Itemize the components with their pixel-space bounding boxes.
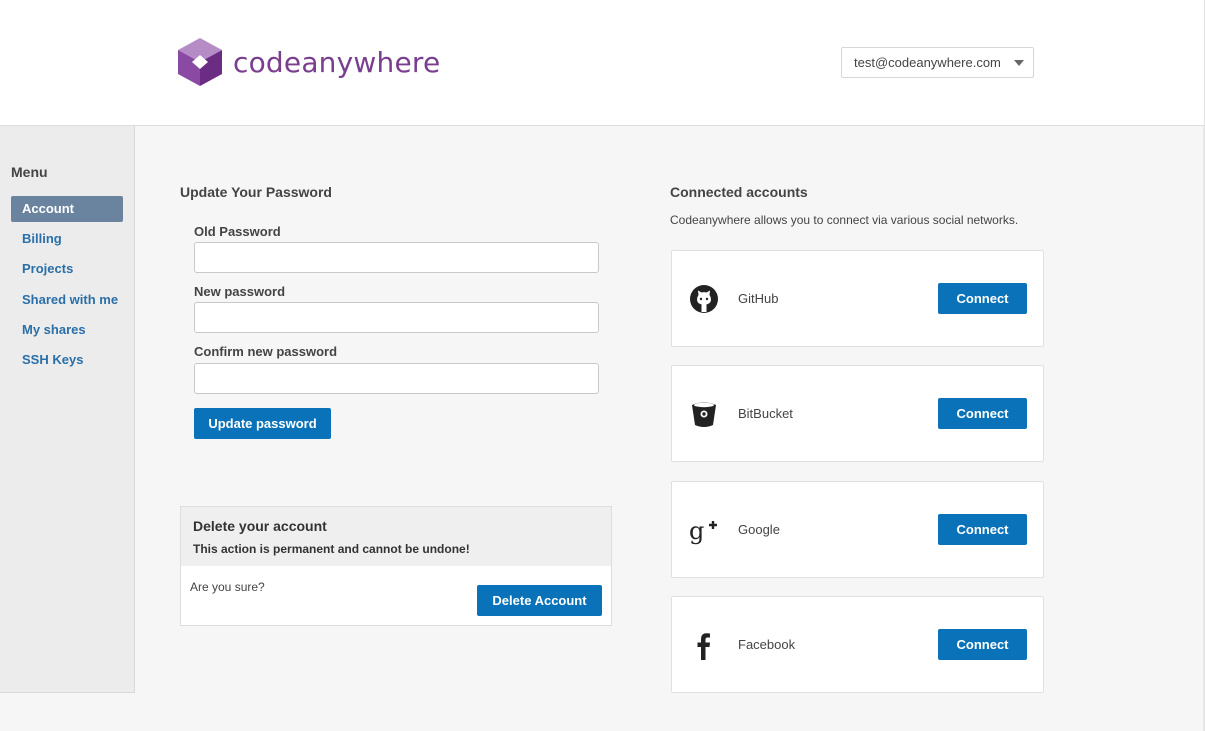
- google-label: Google: [738, 522, 780, 537]
- confirm-password-field[interactable]: [194, 363, 599, 394]
- google-connect-button[interactable]: Connect: [938, 514, 1027, 545]
- bitbucket-icon: [692, 402, 716, 427]
- sidebar-item-billing[interactable]: Billing: [11, 226, 123, 252]
- delete-account-panel: Delete your account This action is perma…: [180, 506, 612, 626]
- old-password-label: Old Password: [194, 224, 281, 239]
- cube-logo-icon: [178, 38, 222, 86]
- sidebar-item-my-shares[interactable]: My shares: [11, 317, 123, 343]
- facebook-connect-button[interactable]: Connect: [938, 629, 1027, 660]
- facebook-icon: [697, 633, 710, 660]
- sidebar-title: Menu: [11, 164, 48, 180]
- confirm-password-label: Confirm new password: [194, 344, 338, 359]
- sidebar-item-projects[interactable]: Projects: [11, 256, 123, 282]
- facebook-label: Facebook: [738, 637, 796, 652]
- password-section-title: Update Your Password: [180, 184, 332, 200]
- bitbucket-connect-button[interactable]: Connect: [938, 398, 1027, 429]
- brand-name: codeanywhere: [233, 45, 441, 79]
- user-email: test@codeanywhere.com: [854, 55, 1001, 70]
- facebook-account-card: Facebook Connect: [671, 596, 1044, 693]
- svg-text:g: g: [689, 517, 704, 545]
- delete-account-warning: This action is permanent and cannot be u…: [193, 542, 470, 556]
- bitbucket-label: BitBucket: [738, 406, 793, 421]
- sidebar: Menu Account Billing Projects Shared wit…: [0, 126, 135, 693]
- old-password-field[interactable]: [194, 242, 599, 273]
- brand-logo[interactable]: codeanywhere: [175, 37, 440, 87]
- delete-confirm-question: Are you sure?: [190, 580, 265, 594]
- sidebar-item-ssh-keys[interactable]: SSH Keys: [11, 347, 123, 373]
- delete-account-title: Delete your account: [193, 518, 327, 534]
- sidebar-item-account[interactable]: Account: [11, 196, 123, 222]
- github-account-card: GitHub Connect: [671, 250, 1044, 347]
- google-account-card: g Google Connect: [671, 481, 1044, 578]
- update-password-button[interactable]: Update password: [194, 408, 331, 439]
- bitbucket-account-card: BitBucket Connect: [671, 365, 1044, 462]
- connected-accounts-description: Codeanywhere allows you to connect via v…: [670, 213, 1019, 227]
- user-account-dropdown[interactable]: test@codeanywhere.com: [841, 47, 1034, 78]
- github-icon: [690, 285, 718, 313]
- connected-accounts-title: Connected accounts: [670, 184, 808, 200]
- github-connect-button[interactable]: Connect: [938, 283, 1027, 314]
- new-password-label: New password: [194, 284, 286, 299]
- delete-account-header: Delete your account This action is perma…: [181, 507, 611, 566]
- chevron-down-icon: [1014, 60, 1024, 66]
- github-label: GitHub: [738, 291, 779, 306]
- sidebar-item-shared-with-me[interactable]: Shared with me: [11, 287, 123, 313]
- top-header: codeanywhere test@codeanywhere.com: [0, 0, 1205, 126]
- google-plus-icon: g: [689, 517, 717, 545]
- delete-account-button[interactable]: Delete Account: [477, 585, 602, 616]
- new-password-field[interactable]: [194, 302, 599, 333]
